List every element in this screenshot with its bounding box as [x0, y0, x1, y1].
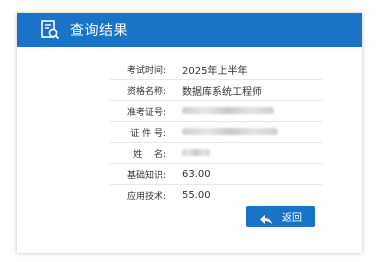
result-row-applied-technology: 应用技术: 55.00	[110, 185, 322, 206]
row-label: 准考证号:	[126, 107, 166, 118]
back-arrow-icon	[259, 211, 273, 224]
row-value: 2025年上半年	[182, 65, 248, 77]
search-document-icon	[39, 19, 61, 41]
redacted-value	[182, 127, 278, 138]
page: 查询结果 考试时间: 2025年上半年 资格名称: 数据库系统工程师 准考证号:…	[0, 0, 379, 262]
back-button[interactable]: 返回	[246, 206, 315, 227]
card-header: 查询结果	[17, 13, 362, 47]
row-value: 数据库系统工程师	[182, 86, 262, 98]
row-label: 姓 名:	[133, 149, 166, 160]
result-row-admission-number: 准考证号:	[110, 101, 322, 122]
row-value: 55.00	[182, 190, 211, 201]
result-row-id-number: 证 件 号:	[110, 122, 322, 143]
row-label: 证 件 号:	[130, 128, 166, 139]
result-card: 查询结果 考试时间: 2025年上半年 资格名称: 数据库系统工程师 准考证号:…	[17, 13, 362, 253]
result-list: 考试时间: 2025年上半年 资格名称: 数据库系统工程师 准考证号: 证 件 …	[110, 59, 322, 206]
result-row-name: 姓 名:	[110, 143, 322, 164]
redaction-blur	[182, 149, 210, 156]
row-label: 资格名称:	[126, 86, 166, 97]
row-value: 63.00	[182, 168, 211, 180]
result-row-basic-knowledge: 基础知识: 63.00	[110, 164, 322, 185]
redaction-blur	[182, 107, 274, 114]
row-label: 考试时间:	[126, 65, 166, 76]
row-label: 基础知识:	[126, 170, 166, 181]
redacted-value	[182, 106, 274, 117]
redacted-value	[182, 148, 210, 159]
back-button-label: 返回	[282, 213, 302, 224]
result-row-exam-time: 考试时间: 2025年上半年	[110, 59, 322, 80]
result-row-qualification: 资格名称: 数据库系统工程师	[110, 80, 322, 101]
redaction-blur	[182, 128, 278, 135]
row-label: 应用技术:	[126, 192, 166, 202]
page-title: 查询结果	[70, 23, 128, 39]
